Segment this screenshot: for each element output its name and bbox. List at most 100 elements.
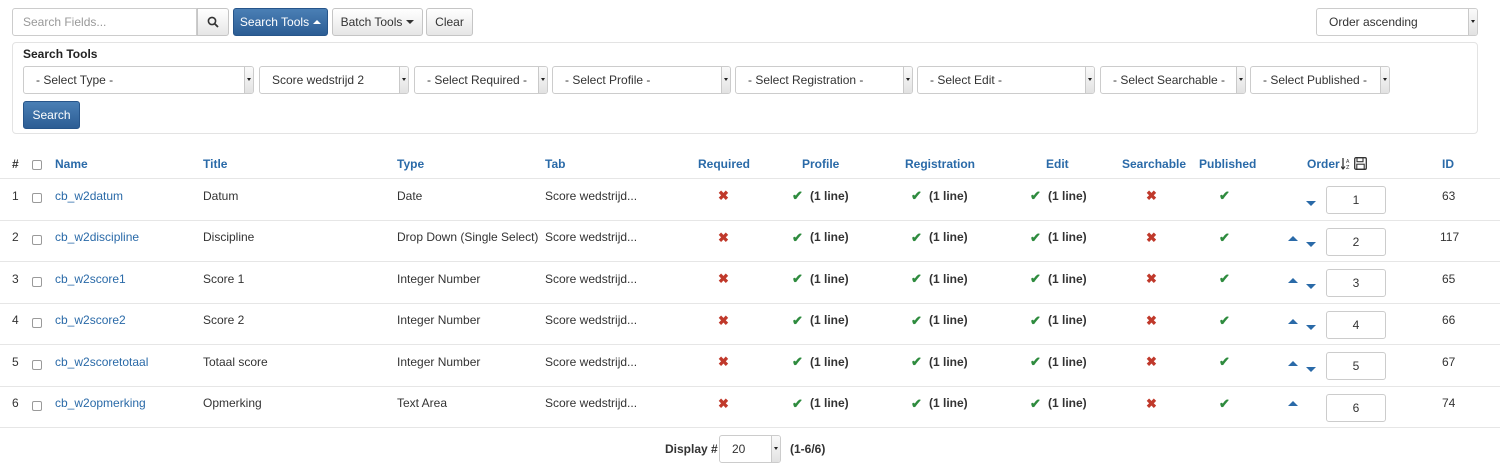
edit-yes-icon[interactable]: ✔	[1030, 396, 1041, 412]
profile-yes-icon[interactable]: ✔	[792, 271, 803, 287]
searchable-no-icon[interactable]: ✖	[1146, 271, 1157, 287]
col-header-title[interactable]: Title	[203, 157, 227, 171]
field-name-link[interactable]: cb_w2scoretotaal	[55, 355, 148, 369]
profile-yes-icon[interactable]: ✔	[792, 188, 803, 204]
display-count-select[interactable]: 20	[719, 435, 781, 463]
required-no-icon[interactable]: ✖	[718, 313, 729, 329]
profile-yes-icon[interactable]: ✔	[792, 396, 803, 412]
save-order-icon[interactable]	[1354, 157, 1367, 170]
col-header-tab[interactable]: Tab	[545, 157, 565, 171]
batch-tools-button[interactable]: Batch Tools	[332, 8, 423, 36]
filter-published[interactable]: - Select Published -	[1250, 66, 1390, 94]
search-submit-button[interactable]	[197, 8, 229, 36]
required-no-icon[interactable]: ✖	[718, 396, 729, 412]
search-tools-button[interactable]: Search Tools	[233, 8, 328, 36]
searchable-no-icon[interactable]: ✖	[1146, 188, 1157, 204]
published-yes-icon[interactable]: ✔	[1219, 354, 1230, 370]
required-no-icon[interactable]: ✖	[718, 354, 729, 370]
registration-yes-icon[interactable]: ✔	[911, 271, 922, 287]
move-down-icon[interactable]	[1306, 201, 1316, 206]
row-checkbox[interactable]	[32, 193, 42, 203]
registration-yes-icon[interactable]: ✔	[911, 188, 922, 204]
filter-search-button[interactable]: Search	[23, 101, 80, 129]
col-header-id[interactable]: ID	[1442, 157, 1454, 171]
col-header-published[interactable]: Published	[1199, 157, 1256, 171]
row-divider	[0, 427, 1500, 428]
edit-lines: (1 line)	[1048, 230, 1087, 244]
searchable-no-icon[interactable]: ✖	[1146, 396, 1157, 412]
filter-required[interactable]: - Select Required -	[414, 66, 548, 94]
move-up-icon[interactable]	[1288, 236, 1298, 241]
col-header-profile[interactable]: Profile	[802, 157, 839, 171]
filter-type-value: - Select Type -	[36, 73, 114, 87]
order-input[interactable]	[1326, 394, 1386, 422]
move-up-icon[interactable]	[1288, 319, 1298, 324]
row-checkbox[interactable]	[32, 235, 42, 245]
filter-tab[interactable]: Score wedstrijd 2	[259, 66, 409, 94]
search-input[interactable]	[12, 8, 197, 36]
field-name-link[interactable]: cb_w2score1	[55, 272, 126, 286]
col-header-searchable[interactable]: Searchable	[1122, 157, 1186, 171]
order-input[interactable]	[1326, 228, 1386, 256]
edit-yes-icon[interactable]: ✔	[1030, 354, 1041, 370]
field-name-link[interactable]: cb_w2discipline	[55, 230, 139, 244]
registration-yes-icon[interactable]: ✔	[911, 230, 922, 246]
published-yes-icon[interactable]: ✔	[1219, 188, 1230, 204]
row-checkbox[interactable]	[32, 318, 42, 328]
order-input[interactable]	[1326, 352, 1386, 380]
filter-profile[interactable]: - Select Profile -	[552, 66, 731, 94]
registration-yes-icon[interactable]: ✔	[911, 313, 922, 329]
field-name-link[interactable]: cb_w2datum	[55, 189, 123, 203]
edit-yes-icon[interactable]: ✔	[1030, 271, 1041, 287]
row-checkbox[interactable]	[32, 360, 42, 370]
filter-edit[interactable]: - Select Edit -	[917, 66, 1095, 94]
published-yes-icon[interactable]: ✔	[1219, 230, 1230, 246]
sort-ascending-icon[interactable]: AZ	[1341, 157, 1351, 170]
filter-searchable[interactable]: - Select Searchable -	[1100, 66, 1246, 94]
required-no-icon[interactable]: ✖	[718, 188, 729, 204]
col-header-registration[interactable]: Registration	[905, 157, 975, 171]
searchable-no-icon[interactable]: ✖	[1146, 354, 1157, 370]
registration-yes-icon[interactable]: ✔	[911, 396, 922, 412]
select-all-checkbox[interactable]	[32, 160, 42, 170]
published-yes-icon[interactable]: ✔	[1219, 396, 1230, 412]
move-up-icon[interactable]	[1288, 278, 1298, 283]
col-header-edit[interactable]: Edit	[1046, 157, 1069, 171]
order-input[interactable]	[1326, 311, 1386, 339]
filter-type[interactable]: - Select Type -	[23, 66, 254, 94]
registration-yes-icon[interactable]: ✔	[911, 354, 922, 370]
searchable-no-icon[interactable]: ✖	[1146, 230, 1157, 246]
order-input[interactable]	[1326, 186, 1386, 214]
col-header-required[interactable]: Required	[698, 157, 750, 171]
row-checkbox[interactable]	[32, 277, 42, 287]
move-down-icon[interactable]	[1306, 367, 1316, 372]
move-down-icon[interactable]	[1306, 325, 1316, 330]
published-yes-icon[interactable]: ✔	[1219, 271, 1230, 287]
profile-yes-icon[interactable]: ✔	[792, 354, 803, 370]
filter-required-value: - Select Required -	[427, 73, 528, 87]
profile-yes-icon[interactable]: ✔	[792, 313, 803, 329]
col-header-type[interactable]: Type	[397, 157, 424, 171]
required-no-icon[interactable]: ✖	[718, 271, 729, 287]
filter-registration[interactable]: - Select Registration -	[735, 66, 913, 94]
move-up-icon[interactable]	[1288, 361, 1298, 366]
order-select[interactable]: Order ascending	[1316, 8, 1478, 36]
col-header-order[interactable]: Order	[1307, 157, 1340, 171]
field-name-link[interactable]: cb_w2opmerking	[55, 396, 146, 410]
published-yes-icon[interactable]: ✔	[1219, 313, 1230, 329]
move-up-icon[interactable]	[1288, 401, 1298, 406]
required-no-icon[interactable]: ✖	[718, 230, 729, 246]
edit-yes-icon[interactable]: ✔	[1030, 313, 1041, 329]
edit-yes-icon[interactable]: ✔	[1030, 230, 1041, 246]
row-checkbox[interactable]	[32, 401, 42, 411]
order-input[interactable]	[1326, 269, 1386, 297]
clear-button[interactable]: Clear	[426, 8, 473, 36]
edit-yes-icon[interactable]: ✔	[1030, 188, 1041, 204]
move-down-icon[interactable]	[1306, 242, 1316, 247]
col-header-name[interactable]: Name	[55, 157, 88, 171]
profile-yes-icon[interactable]: ✔	[792, 230, 803, 246]
searchable-no-icon[interactable]: ✖	[1146, 313, 1157, 329]
field-name-link[interactable]: cb_w2score2	[55, 313, 126, 327]
move-down-icon[interactable]	[1306, 284, 1316, 289]
field-type: Integer Number	[397, 272, 481, 286]
